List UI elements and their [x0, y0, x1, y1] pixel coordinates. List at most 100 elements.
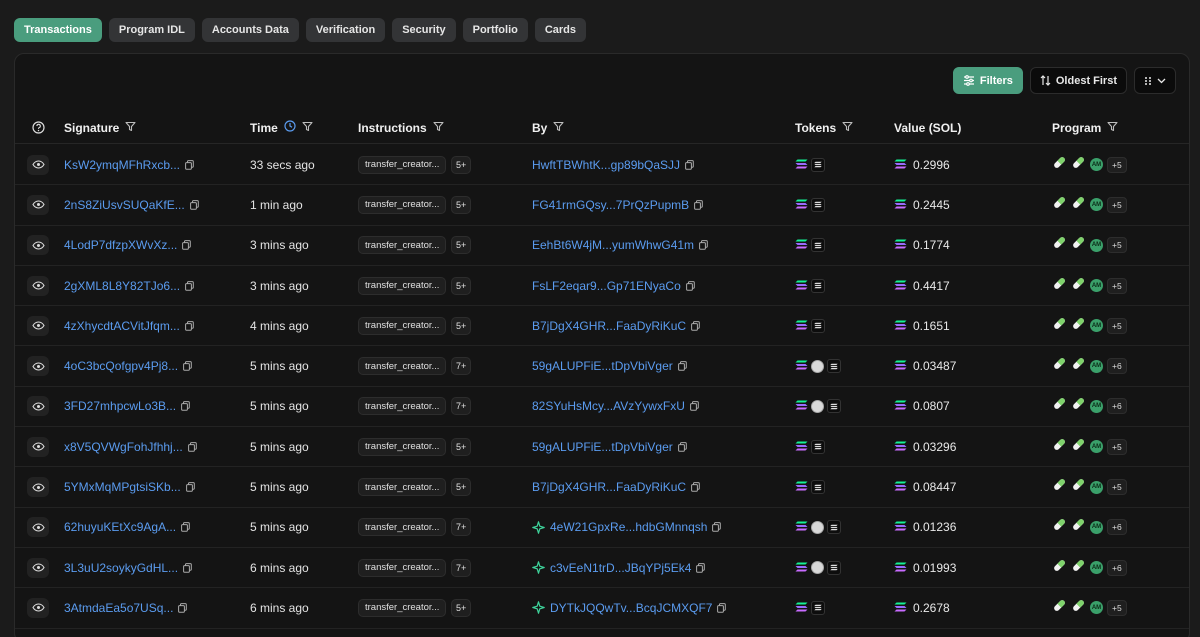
- signature-link[interactable]: 5YMxMqMPgtsiSKb...: [64, 480, 181, 494]
- instruction-count-chip[interactable]: 5+: [451, 598, 472, 617]
- copy-icon[interactable]: [187, 441, 197, 452]
- view-transaction-icon[interactable]: [27, 396, 49, 417]
- signer-link[interactable]: DYTkJQQwTv...BcqJCMXQF7: [550, 601, 712, 615]
- view-transaction-icon[interactable]: [27, 275, 49, 296]
- table-row[interactable]: 3L3uU2soykyGdHL... 6 mins ago transfer_c…: [15, 548, 1189, 589]
- copy-icon[interactable]: [691, 482, 700, 492]
- signer-link[interactable]: B7jDgX4GHR...FaaDyRiKuC: [532, 480, 686, 494]
- filter-icon[interactable]: [1107, 121, 1118, 135]
- view-transaction-icon[interactable]: [27, 436, 49, 457]
- view-transaction-icon[interactable]: [27, 315, 49, 336]
- view-transaction-icon[interactable]: [27, 194, 49, 215]
- filter-icon[interactable]: [842, 121, 853, 135]
- signer-link[interactable]: HwftTBWhtK...gp89bQaSJJ: [532, 158, 680, 172]
- copy-icon[interactable]: [181, 522, 190, 533]
- instruction-chip[interactable]: transfer_creator...: [358, 316, 446, 335]
- copy-icon[interactable]: [690, 401, 699, 412]
- instruction-count-chip[interactable]: 7+: [451, 558, 472, 577]
- copy-icon[interactable]: [694, 200, 703, 210]
- instruction-chip[interactable]: transfer_creator...: [358, 357, 446, 376]
- table-row[interactable]: x8V5QVWgFohJfhhj... 5 mins ago transfer_…: [15, 427, 1189, 468]
- instruction-count-chip[interactable]: 7+: [451, 397, 472, 416]
- view-transaction-icon[interactable]: [27, 477, 49, 498]
- instruction-chip[interactable]: transfer_creator...: [358, 558, 446, 577]
- tab-verification[interactable]: Verification: [305, 18, 386, 42]
- signature-link[interactable]: 2nS8ZiUsvSUQaKfE...: [64, 198, 185, 212]
- instruction-count-chip[interactable]: 5+: [451, 316, 472, 335]
- copy-icon[interactable]: [183, 562, 192, 573]
- view-transaction-icon[interactable]: [27, 154, 49, 175]
- signature-link[interactable]: 4oC3bcQofgpv4Pj8...: [64, 359, 178, 373]
- tab-transactions[interactable]: Transactions: [14, 18, 102, 42]
- signature-link[interactable]: 3FD27mhpcwLo3B...: [64, 399, 176, 413]
- column-options-button[interactable]: [1134, 67, 1176, 94]
- copy-icon[interactable]: [691, 320, 700, 331]
- more-programs-chip[interactable]: +5: [1107, 317, 1127, 334]
- signer-link[interactable]: B7jDgX4GHR...FaaDyRiKuC: [532, 319, 686, 333]
- filter-icon[interactable]: [302, 121, 313, 135]
- more-programs-chip[interactable]: +5: [1107, 438, 1127, 455]
- copy-icon[interactable]: [183, 361, 192, 371]
- instruction-count-chip[interactable]: 5+: [451, 276, 472, 295]
- instruction-chip[interactable]: transfer_creator...: [358, 276, 446, 295]
- filters-button[interactable]: Filters: [952, 67, 1023, 94]
- signer-link[interactable]: EehBt6W4jM...yumWhwG41m: [532, 238, 694, 252]
- table-row[interactable]: 2nS8ZiUsvSUQaKfE... 1 min ago transfer_c…: [15, 185, 1189, 226]
- signer-link[interactable]: c3vEeN1trD...JBqYPj5Ek4: [550, 561, 691, 575]
- copy-icon[interactable]: [699, 240, 708, 250]
- signature-link[interactable]: 3AtmdaEa5o7USq...: [64, 601, 173, 615]
- view-transaction-icon[interactable]: [27, 517, 49, 538]
- signer-link[interactable]: 59gALUPFiE...tDpVbiVger: [532, 440, 673, 454]
- more-programs-chip[interactable]: +6: [1107, 358, 1127, 375]
- instruction-chip[interactable]: transfer_creator...: [358, 598, 446, 617]
- more-programs-chip[interactable]: +5: [1107, 237, 1127, 254]
- copy-icon[interactable]: [685, 159, 694, 170]
- table-row[interactable]: 2gXML8L8Y82TJo6... 3 mins ago transfer_c…: [15, 266, 1189, 307]
- instruction-chip[interactable]: transfer_creator...: [358, 437, 446, 456]
- instruction-count-chip[interactable]: 5+: [451, 437, 472, 456]
- signer-link[interactable]: FG41rmGQsy...7PrQzPupmB: [532, 198, 689, 212]
- filter-icon[interactable]: [553, 121, 564, 135]
- copy-icon[interactable]: [696, 562, 706, 573]
- copy-icon[interactable]: [178, 603, 188, 613]
- copy-icon[interactable]: [677, 441, 687, 452]
- copy-icon[interactable]: [189, 200, 199, 210]
- tab-program-idl[interactable]: Program IDL: [108, 18, 195, 42]
- table-row[interactable]: 3FD27mhpcwLo3B... 5 mins ago transfer_cr…: [15, 387, 1189, 428]
- signature-link[interactable]: 3L3uU2soykyGdHL...: [64, 561, 178, 575]
- table-row[interactable]: KsW2ymqMFhRxcb... 33 secs ago transfer_c…: [15, 145, 1189, 186]
- more-programs-chip[interactable]: +6: [1107, 519, 1127, 536]
- more-programs-chip[interactable]: +6: [1107, 559, 1127, 576]
- help-icon[interactable]: [32, 112, 45, 143]
- more-programs-chip[interactable]: +6: [1107, 398, 1127, 415]
- more-programs-chip[interactable]: +5: [1107, 196, 1127, 213]
- copy-icon[interactable]: [712, 522, 722, 533]
- copy-icon[interactable]: [717, 603, 727, 613]
- signer-link[interactable]: 82SYuHsMcy...AVzYywxFxU: [532, 399, 685, 413]
- instruction-chip[interactable]: transfer_creator...: [358, 236, 446, 255]
- sort-button[interactable]: Oldest First: [1029, 67, 1127, 94]
- instruction-chip[interactable]: transfer_creator...: [358, 195, 446, 214]
- instruction-count-chip[interactable]: 5+: [451, 155, 472, 174]
- copy-icon[interactable]: [182, 240, 192, 250]
- signature-link[interactable]: 2gXML8L8Y82TJo6...: [64, 279, 180, 293]
- clock-icon[interactable]: [284, 120, 296, 135]
- signature-link[interactable]: 4zXhycdtACVitJfqm...: [64, 319, 180, 333]
- table-row[interactable]: 62huyuKEtXc9AgA... 5 mins ago transfer_c…: [15, 508, 1189, 548]
- tab-security[interactable]: Security: [392, 18, 456, 42]
- instruction-count-chip[interactable]: 5+: [451, 195, 472, 214]
- signer-link[interactable]: 59gALUPFiE...tDpVbiVger: [532, 359, 673, 373]
- copy-icon[interactable]: [185, 280, 194, 291]
- instruction-chip[interactable]: transfer_creator...: [358, 518, 446, 537]
- table-row[interactable]: 4LodP7dfzpXWvXz... 3 mins ago transfer_c…: [15, 226, 1189, 266]
- signature-link[interactable]: 4LodP7dfzpXWvXz...: [64, 238, 177, 252]
- signature-link[interactable]: KsW2ymqMFhRxcb...: [64, 158, 180, 172]
- tab-cards[interactable]: Cards: [534, 18, 587, 42]
- copy-icon[interactable]: [185, 482, 195, 492]
- table-row[interactable]: 4zXhycdtACVitJfqm... 4 mins ago transfer…: [15, 306, 1189, 347]
- view-transaction-icon[interactable]: [27, 235, 49, 256]
- view-transaction-icon[interactable]: [27, 356, 49, 377]
- instruction-count-chip[interactable]: 7+: [451, 357, 472, 376]
- copy-icon[interactable]: [185, 159, 194, 170]
- signer-link[interactable]: FsLF2eqar9...Gp71ENyaCo: [532, 279, 681, 293]
